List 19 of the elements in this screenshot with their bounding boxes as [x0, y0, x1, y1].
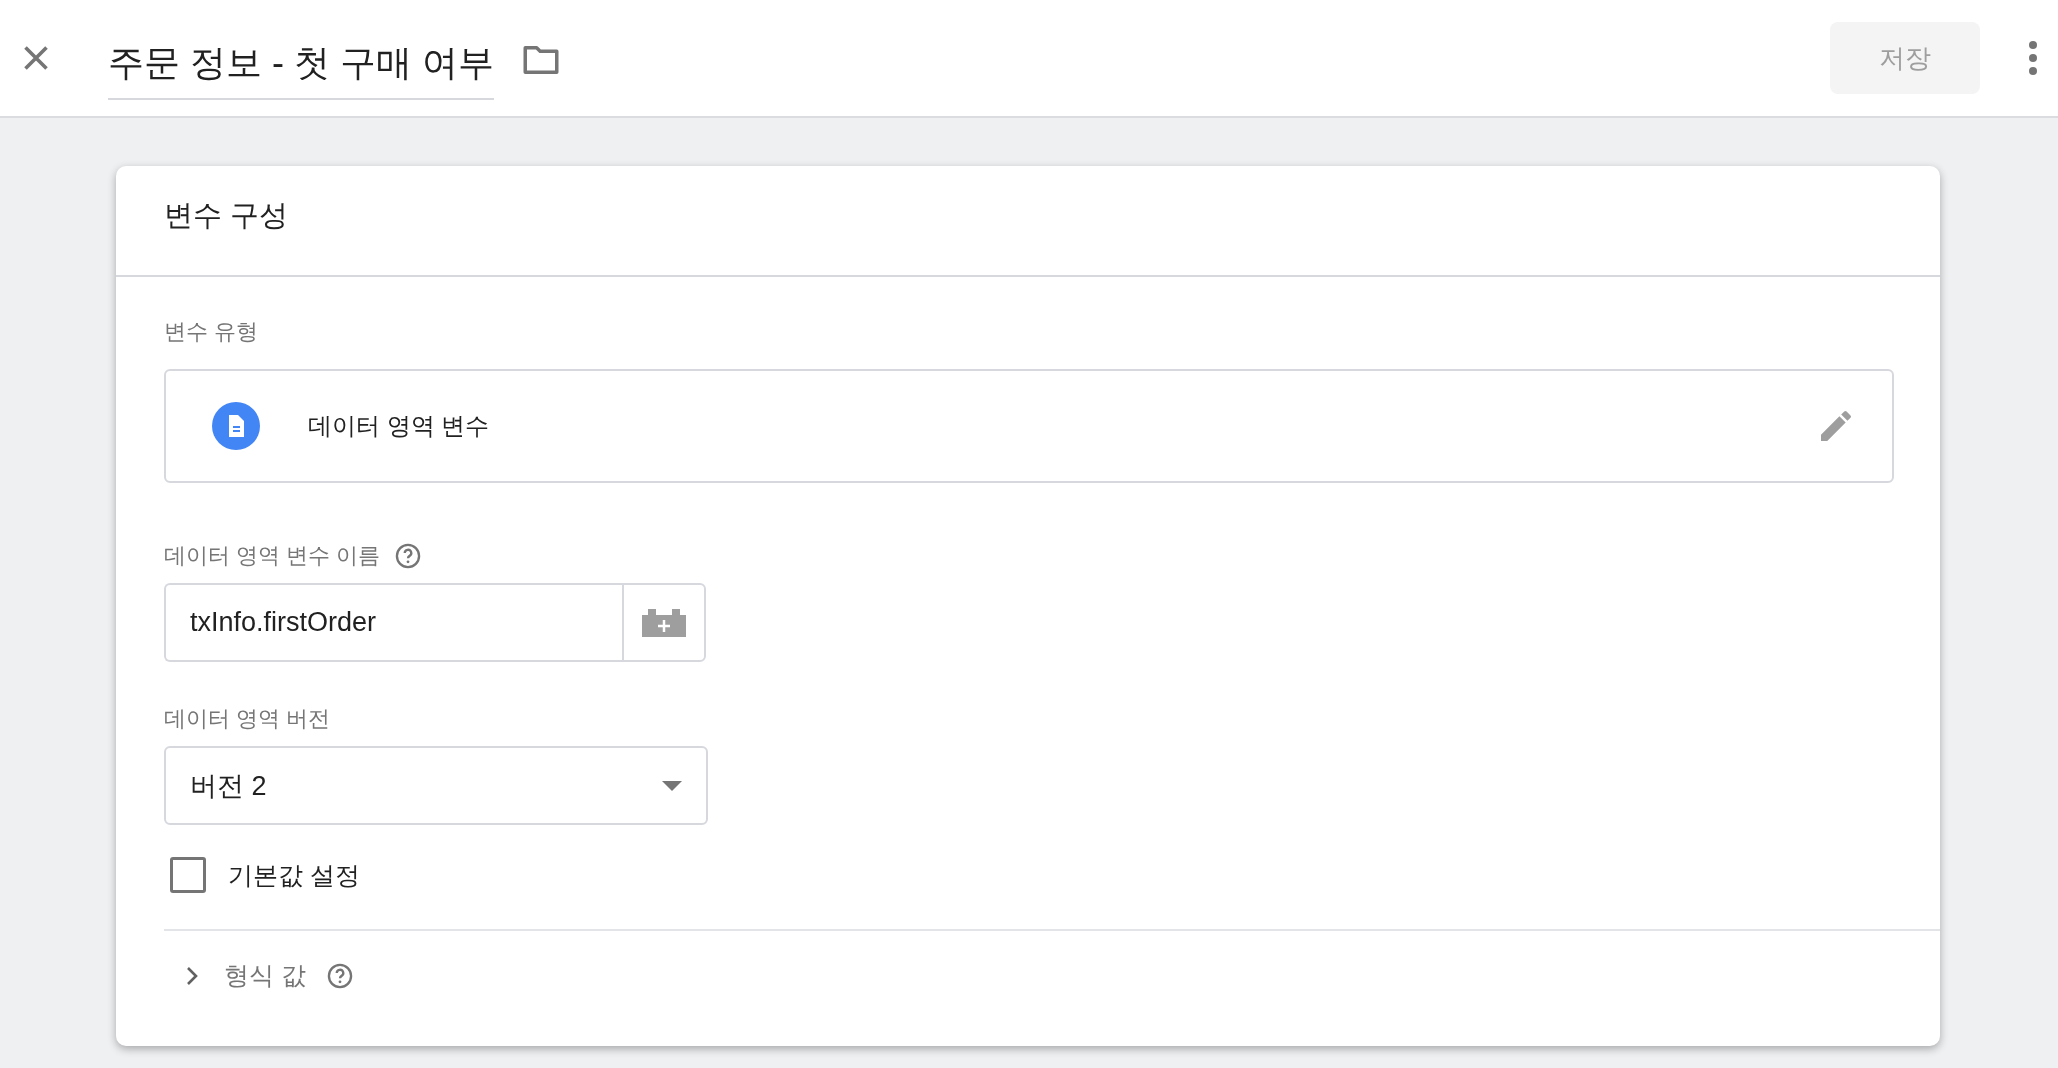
variable-type-value: 데이터 영역 변수 [308, 411, 491, 441]
caret-icon[interactable] [662, 780, 682, 791]
field-label: 데이터 영역 버전 [164, 705, 331, 733]
document-icon [212, 402, 260, 450]
variable-title[interactable]: 주문 정보 - 첫 구매 여부 [108, 30, 494, 100]
card-title: 변수 구성 [164, 199, 289, 231]
help-icon[interactable] [394, 542, 423, 570]
variable-name-field[interactable]: txInfo.firstOrder [164, 583, 622, 662]
field-label: 데이터 영역 변수 이름 [164, 542, 381, 570]
help-icon[interactable] [325, 961, 354, 990]
field-label: 변수 유형 [164, 318, 259, 346]
checkbox[interactable] [170, 857, 206, 893]
checkbox-label: 기본값 설정 [228, 859, 360, 891]
section-label[interactable]: 형식 값 [224, 959, 306, 992]
variable-type-selector[interactable]: 데이터 영역 변수 [164, 369, 1894, 483]
add-variable-button[interactable] [622, 583, 706, 662]
more-icon[interactable] [2028, 40, 2038, 76]
version-dropdown[interactable]: 버전 2 [164, 746, 708, 825]
brick-plus-icon[interactable] [640, 606, 688, 639]
